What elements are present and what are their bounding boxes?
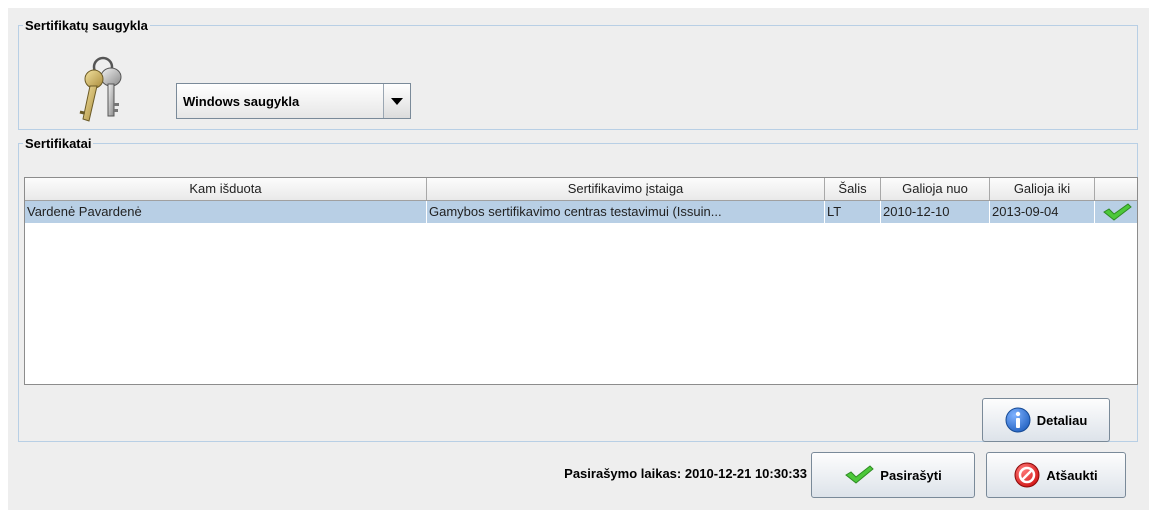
cell-country: LT xyxy=(825,201,881,223)
cell-subject: Vardenė Pavardenė xyxy=(25,201,427,223)
column-header-subject[interactable]: Kam išduota xyxy=(25,178,427,200)
table-header: Kam išduota Sertifikavimo įstaiga Šalis … xyxy=(25,178,1137,201)
certificate-dialog: Sertifikatų saugykla Windows saugykla Se… xyxy=(8,8,1149,510)
sign-button[interactable]: Pasirašyti xyxy=(811,452,975,498)
info-icon xyxy=(1005,407,1031,433)
table-row[interactable]: Vardenė Pavardenė Gamybos sertifikavimo … xyxy=(25,201,1137,223)
chevron-down-icon[interactable] xyxy=(384,84,410,118)
signing-time: Pasirašymo laikas: 2010-12-21 10:30:33 xyxy=(564,466,807,481)
sign-button-label: Pasirašyti xyxy=(880,467,942,483)
green-check-icon xyxy=(1103,203,1132,221)
check-icon xyxy=(845,465,875,484)
cancel-button-label: Atšaukti xyxy=(1046,467,1098,483)
certificate-store-legend: Sertifikatų saugykla xyxy=(25,18,148,33)
column-header-issuer[interactable]: Sertifikavimo įstaiga xyxy=(427,178,825,200)
certificate-store-group: Sertifikatų saugykla Windows saugykla xyxy=(18,18,1138,130)
cancel-icon xyxy=(1014,462,1040,488)
certificates-group: Sertifikatai Kam išduota Sertifikavimo į… xyxy=(18,136,1138,442)
cell-valid-from: 2010-12-10 xyxy=(881,201,990,223)
column-header-country[interactable]: Šalis xyxy=(825,178,881,200)
certificates-legend: Sertifikatai xyxy=(25,136,92,151)
cell-status xyxy=(1095,201,1137,223)
cell-issuer: Gamybos sertifikavimo centras testavimui… xyxy=(427,201,825,223)
details-button-label: Detaliau xyxy=(1036,412,1088,428)
cell-valid-to: 2013-09-04 xyxy=(990,201,1095,223)
details-button[interactable]: Detaliau xyxy=(982,398,1110,442)
column-header-status[interactable] xyxy=(1095,178,1137,200)
store-select-value: Windows saugykla xyxy=(177,84,384,118)
keys-icon xyxy=(77,55,125,125)
column-header-valid-to[interactable]: Galioja iki xyxy=(990,178,1095,200)
certificates-table[interactable]: Kam išduota Sertifikavimo įstaiga Šalis … xyxy=(24,177,1138,385)
column-header-valid-from[interactable]: Galioja nuo xyxy=(881,178,990,200)
store-select[interactable]: Windows saugykla xyxy=(176,83,411,119)
cancel-button[interactable]: Atšaukti xyxy=(986,452,1126,498)
